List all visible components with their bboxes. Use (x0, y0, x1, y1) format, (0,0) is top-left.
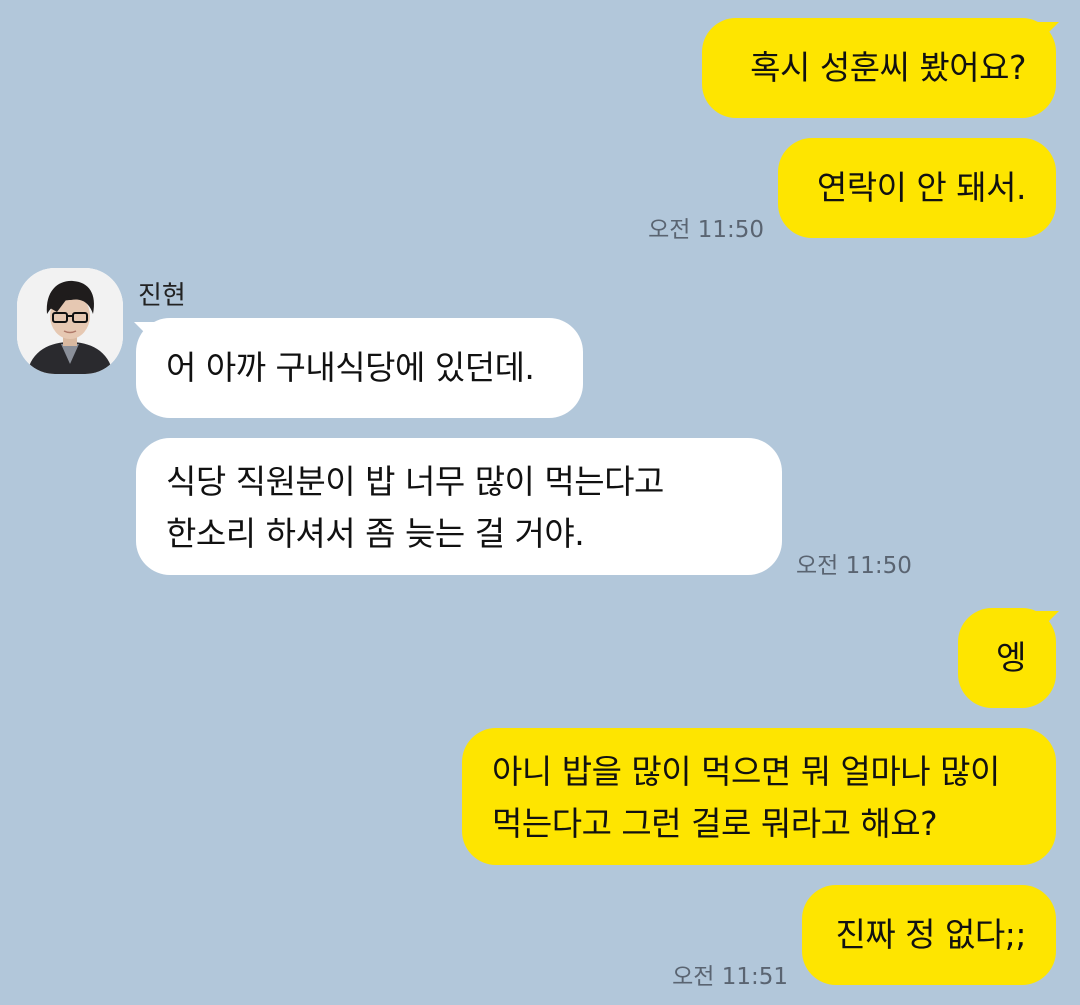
sender-name: 진현 (138, 281, 186, 311)
my-message-bubble[interactable]: 진짜 정 없다;; (802, 885, 1056, 985)
message-timestamp: 오전 11:50 (796, 553, 912, 579)
my-message-bubble[interactable]: 엥 (958, 608, 1056, 708)
their-message-bubble[interactable]: 식당 직원분이 밥 너무 많이 먹는다고 한소리 하셔서 좀 늦는 걸 거야. (136, 438, 782, 575)
message-timestamp: 오전 11:51 (672, 964, 788, 990)
sender-avatar[interactable] (17, 268, 123, 374)
my-message-bubble[interactable]: 아니 밥을 많이 먹으면 뭐 얼마나 많이 먹는다고 그런 걸로 뭐라고 해요? (462, 728, 1056, 865)
message-timestamp: 오전 11:50 (648, 217, 764, 243)
my-message-bubble[interactable]: 혹시 성훈씨 봤어요? (702, 18, 1056, 118)
my-message-bubble[interactable]: 연락이 안 돼서. (778, 138, 1056, 238)
their-message-bubble[interactable]: 어 아까 구내식당에 있던데. (136, 318, 583, 418)
avatar-icon (17, 268, 123, 374)
